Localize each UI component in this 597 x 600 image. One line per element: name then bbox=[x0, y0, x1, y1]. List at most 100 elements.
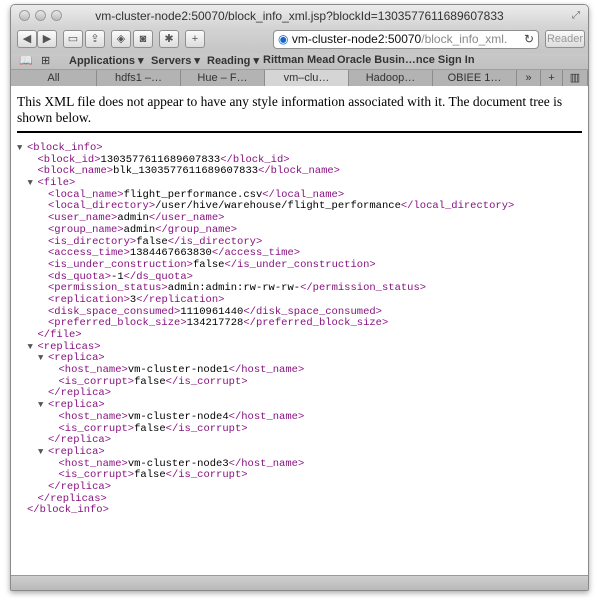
bookmarks-bar: 📖 ⊞ Applications ▾ Servers ▾ Reading ▾ R… bbox=[11, 53, 588, 70]
grid-icon[interactable]: ⊞ bbox=[41, 54, 50, 67]
bookmark-applications[interactable]: Applications ▾ bbox=[69, 54, 144, 67]
xml-close-tag: </host_name> bbox=[228, 457, 305, 470]
collapse-toggle-icon[interactable]: ▼ bbox=[17, 143, 22, 155]
xml-value: 134217728 bbox=[186, 317, 244, 330]
xml-open-tag: <file> bbox=[37, 177, 76, 190]
collapse-toggle-icon[interactable]: ▼ bbox=[38, 400, 43, 412]
xml-open-tag: <group_name> bbox=[48, 223, 124, 236]
xml-open-tag: </replica> bbox=[48, 387, 112, 400]
globe-icon: ◉ bbox=[278, 32, 289, 46]
fullscreen-icon[interactable]: ⤢ bbox=[572, 10, 580, 21]
tab-obiee[interactable]: OBIEE 1… bbox=[433, 70, 517, 86]
stack-icon[interactable]: ◈ bbox=[111, 30, 131, 48]
share-icon[interactable]: ⇪ bbox=[85, 30, 105, 48]
xml-close-tag: </ds_quota> bbox=[123, 270, 193, 283]
xml-tree: ▼ <block_info> <block_id>13035776116896078… bbox=[11, 133, 588, 517]
extension-icon[interactable]: ✱ bbox=[159, 30, 179, 48]
url-path: /block_info_xml. bbox=[421, 32, 508, 46]
bookmark-servers[interactable]: Servers ▾ bbox=[151, 54, 200, 67]
address-bar[interactable]: ◉ vm-cluster-node2:50070/block_info_xml.… bbox=[273, 30, 539, 49]
xml-close-tag: </host_name> bbox=[228, 364, 305, 377]
window-title: vm-cluster-node2:50070/block_info_xml.js… bbox=[95, 9, 504, 23]
tab-overview-icon[interactable]: ▥ bbox=[563, 70, 588, 86]
xml-close-tag: </disk_space_consumed> bbox=[243, 305, 382, 318]
xml-open-tag: <replica> bbox=[48, 445, 105, 458]
tab-hdfs1[interactable]: hdfs1 –… bbox=[97, 70, 181, 86]
xml-open-tag: <host_name> bbox=[58, 457, 128, 470]
more-tabs-icon[interactable]: » bbox=[517, 70, 541, 86]
xml-open-tag: <local_name> bbox=[48, 188, 124, 201]
pocket-icon[interactable]: ◙ bbox=[133, 30, 153, 48]
xml-value: 1384467663830 bbox=[129, 247, 212, 260]
xml-open-tag: </replica> bbox=[48, 434, 112, 447]
xml-close-tag: </local_directory> bbox=[400, 200, 515, 213]
xml-open-tag: <local_directory> bbox=[48, 200, 156, 213]
collapse-toggle-icon[interactable]: ▼ bbox=[28, 342, 33, 354]
book-icon[interactable]: 📖 bbox=[19, 54, 33, 67]
xml-line: <block_name>blk_1303577611689607833</blo… bbox=[11, 166, 588, 178]
bookmark-reading[interactable]: Reading ▾ bbox=[207, 54, 259, 67]
xml-value: false bbox=[134, 422, 166, 435]
xml-open-tag: <block_name> bbox=[37, 165, 114, 178]
back-icon[interactable]: ◀ bbox=[17, 30, 37, 48]
xml-value: false bbox=[134, 469, 166, 482]
new-tab-icon[interactable]: + bbox=[185, 30, 205, 48]
reload-icon[interactable]: ↻ bbox=[524, 31, 534, 48]
xml-close-tag: </access_time> bbox=[211, 247, 301, 260]
window-icon[interactable]: ▭ bbox=[63, 30, 83, 48]
xml-open-tag: </block_info> bbox=[27, 504, 109, 517]
xml-close-tag: </preferred_block_size> bbox=[243, 317, 389, 330]
xml-close-tag: </block_name> bbox=[258, 165, 340, 178]
xml-open-tag: <user_name> bbox=[48, 212, 118, 225]
xml-open-tag: <replication> bbox=[48, 293, 130, 306]
collapse-toggle-icon[interactable]: ▼ bbox=[38, 353, 43, 365]
reader-button[interactable]: Reader bbox=[545, 30, 585, 48]
xml-close-tag: </local_name> bbox=[262, 188, 345, 201]
bookmark-oracle[interactable]: Oracle Busin…nce Sign In bbox=[337, 54, 475, 66]
xml-open-tag: <ds_quota> bbox=[48, 270, 112, 283]
tab-hue[interactable]: Hue – F… bbox=[181, 70, 265, 86]
xml-line: <preferred_block_size>134217728</preferr… bbox=[11, 317, 588, 330]
xml-open-tag: <block_info> bbox=[27, 142, 103, 154]
collapse-toggle-icon[interactable]: ▼ bbox=[28, 178, 33, 190]
xml-open-tag: <replica> bbox=[48, 399, 105, 412]
tab-hadoop[interactable]: Hadoop… bbox=[349, 70, 433, 86]
xml-open-tag: <block_id> bbox=[37, 153, 101, 166]
xml-open-tag: <preferred_block_size> bbox=[48, 317, 187, 330]
xml-close-tag: </block_id> bbox=[220, 153, 290, 166]
xml-notice: This XML file does not appear to have an… bbox=[17, 94, 563, 125]
xml-value: false bbox=[192, 258, 225, 271]
page-content: This XML file does not appear to have an… bbox=[11, 86, 588, 576]
xml-open-tag: </replica> bbox=[48, 480, 112, 493]
tab-all[interactable]: All bbox=[11, 70, 97, 86]
forward-icon[interactable]: ▶ bbox=[37, 30, 57, 48]
xml-value: false bbox=[134, 375, 166, 388]
xml-close-tag: </permission_status> bbox=[300, 282, 427, 295]
xml-open-tag: </replicas> bbox=[37, 492, 107, 505]
add-tab-icon[interactable]: + bbox=[541, 70, 563, 86]
toolbar: ◀ ▶ ▭ ⇪ ◈ ◙ ✱ + ◉ vm-cluster-node2:50070… bbox=[11, 27, 588, 53]
xml-open-tag: <is_corrupt> bbox=[58, 375, 135, 388]
xml-value: 1110961440 bbox=[180, 305, 244, 318]
xml-value: vm-cluster-node4 bbox=[127, 410, 229, 423]
xml-open-tag: </file> bbox=[37, 329, 82, 341]
tab-vm-cluster[interactable]: vm–clu… bbox=[265, 70, 349, 86]
xml-value: blk_1303577611689607833 bbox=[113, 165, 259, 178]
bookmark-rittman-mead[interactable]: Rittman Mead bbox=[263, 54, 335, 66]
tab-bar: All hdfs1 –… Hue – F… vm–clu… Hadoop… OB… bbox=[11, 70, 588, 87]
url-host: vm-cluster-node2:50070 bbox=[291, 32, 422, 46]
xml-value: /user/hive/warehouse/flight_performance bbox=[155, 200, 401, 213]
xml-open-tag: <is_corrupt> bbox=[58, 469, 135, 482]
xml-value: false bbox=[136, 235, 168, 248]
xml-value: admin bbox=[123, 223, 156, 236]
xml-close-tag: </is_corrupt> bbox=[165, 422, 248, 435]
status-bar bbox=[11, 575, 588, 590]
xml-value: vm-cluster-node1 bbox=[127, 364, 229, 377]
xml-line: </block_info> bbox=[11, 504, 588, 517]
xml-open-tag: <replicas> bbox=[37, 340, 101, 353]
title-bar: vm-cluster-node2:50070/block_info_xml.js… bbox=[11, 5, 588, 27]
collapse-toggle-icon[interactable]: ▼ bbox=[38, 447, 43, 459]
xml-close-tag: </is_directory> bbox=[167, 235, 263, 248]
xml-open-tag: <host_name> bbox=[58, 410, 128, 423]
xml-close-tag: </is_corrupt> bbox=[165, 469, 248, 482]
